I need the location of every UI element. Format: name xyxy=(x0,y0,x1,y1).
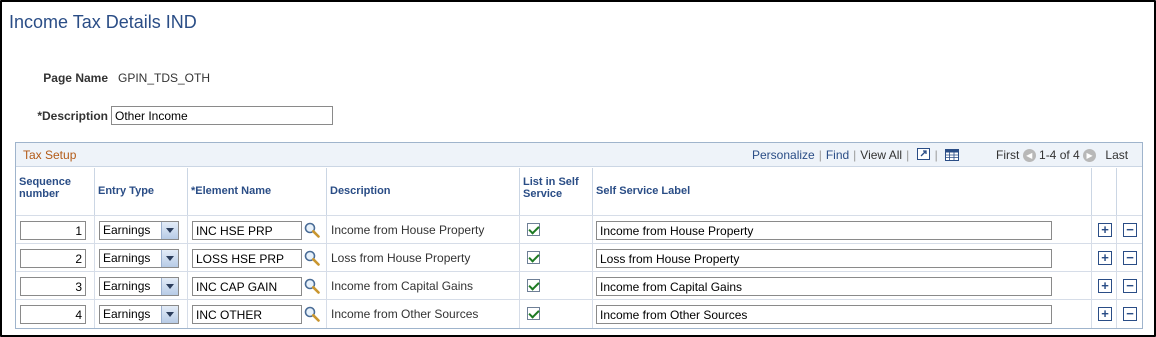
element-name-input[interactable] xyxy=(192,277,302,296)
self-service-label-input[interactable] xyxy=(596,221,1052,240)
view-all-link[interactable]: View All xyxy=(860,148,902,162)
add-row-icon[interactable]: + xyxy=(1098,223,1112,237)
grid-toolbar: Personalize | Find | View All | | xyxy=(752,148,960,164)
add-row-icon[interactable]: + xyxy=(1098,307,1112,321)
row-description: Income from Capital Gains xyxy=(331,279,474,293)
list-in-self-service-checkbox[interactable] xyxy=(527,279,540,292)
grid-pager: First ◀ 1-4 of 4 ▶ Last xyxy=(996,148,1128,163)
list-in-self-service-checkbox[interactable] xyxy=(527,307,540,320)
page-title: Income Tax Details IND xyxy=(9,12,197,32)
col-element-name: *Element Name xyxy=(188,168,327,215)
col-description: Description xyxy=(327,168,520,215)
row-description: Income from House Property xyxy=(331,223,485,237)
description-label: *Description xyxy=(37,109,108,123)
spreadsheet-icon[interactable] xyxy=(945,148,960,164)
next-icon[interactable]: ▶ xyxy=(1083,149,1097,163)
col-entry-type: Entry Type xyxy=(95,168,188,215)
entry-type-value: Earnings xyxy=(103,279,151,293)
table-row: Earnings Income from House Property + − xyxy=(16,215,1142,244)
col-list-in-self-service: List in Self Service xyxy=(520,168,593,215)
find-link[interactable]: Find xyxy=(826,148,849,162)
delete-row-icon[interactable]: − xyxy=(1123,279,1137,293)
entry-type-select[interactable]: Earnings xyxy=(99,249,179,268)
grid-title: Tax Setup xyxy=(23,148,77,162)
sequence-input[interactable] xyxy=(20,221,86,240)
zoom-icon[interactable] xyxy=(916,148,931,164)
chevron-down-icon[interactable] xyxy=(161,222,178,239)
table-row: Earnings Income from Other Sources + − xyxy=(16,299,1142,328)
first-link[interactable]: First xyxy=(996,148,1019,162)
delete-row-icon[interactable]: − xyxy=(1123,251,1137,265)
grid-header: Tax Setup Personalize | Find | View All | | F… xyxy=(16,143,1142,167)
entry-type-value: Earnings xyxy=(103,251,151,265)
lookup-icon[interactable] xyxy=(304,278,320,294)
element-name-input[interactable] xyxy=(192,221,302,240)
element-name-input[interactable] xyxy=(192,305,302,324)
entry-type-select[interactable]: Earnings xyxy=(99,221,179,240)
chevron-down-icon[interactable] xyxy=(161,306,178,323)
col-delete xyxy=(1117,168,1142,215)
personalize-link[interactable]: Personalize xyxy=(752,148,815,162)
add-row-icon[interactable]: + xyxy=(1098,251,1112,265)
last-link[interactable]: Last xyxy=(1105,148,1128,162)
delete-row-icon[interactable]: − xyxy=(1123,223,1137,237)
row-description: Income from Other Sources xyxy=(331,307,479,321)
list-in-self-service-checkbox[interactable] xyxy=(527,223,540,236)
previous-icon[interactable]: ◀ xyxy=(1022,149,1036,163)
table-row: Earnings Income from Capital Gains + − xyxy=(16,271,1142,300)
add-row-icon[interactable]: + xyxy=(1098,279,1112,293)
delete-row-icon[interactable]: − xyxy=(1123,307,1137,321)
col-self-service-label: Self Service Label xyxy=(593,168,1092,215)
entry-type-select[interactable]: Earnings xyxy=(99,305,179,324)
description-field[interactable] xyxy=(111,106,333,125)
self-service-label-input[interactable] xyxy=(596,277,1052,296)
col-add xyxy=(1092,168,1117,215)
row-description: Loss from House Property xyxy=(331,251,471,265)
col-sequence-number: Sequence number xyxy=(16,168,95,215)
sequence-input[interactable] xyxy=(20,277,86,296)
entry-type-value: Earnings xyxy=(103,307,151,321)
tax-setup-grid: Tax Setup Personalize | Find | View All | | F… xyxy=(15,142,1143,329)
sequence-input[interactable] xyxy=(20,305,86,324)
page-name-label: Page Name xyxy=(43,71,108,85)
chevron-down-icon[interactable] xyxy=(161,250,178,267)
self-service-label-input[interactable] xyxy=(596,249,1052,268)
lookup-icon[interactable] xyxy=(304,222,320,238)
entry-type-value: Earnings xyxy=(103,223,151,237)
row-range: 1-4 of 4 xyxy=(1039,148,1080,162)
sequence-input[interactable] xyxy=(20,249,86,268)
self-service-label-input[interactable] xyxy=(596,305,1052,324)
page-name-value: GPIN_TDS_OTH xyxy=(118,71,211,85)
element-name-input[interactable] xyxy=(192,249,302,268)
list-in-self-service-checkbox[interactable] xyxy=(527,251,540,264)
lookup-icon[interactable] xyxy=(304,306,320,322)
entry-type-select[interactable]: Earnings xyxy=(99,277,179,296)
lookup-icon[interactable] xyxy=(304,250,320,266)
table-row: Earnings Loss from House Property + − xyxy=(16,243,1142,272)
chevron-down-icon[interactable] xyxy=(161,278,178,295)
